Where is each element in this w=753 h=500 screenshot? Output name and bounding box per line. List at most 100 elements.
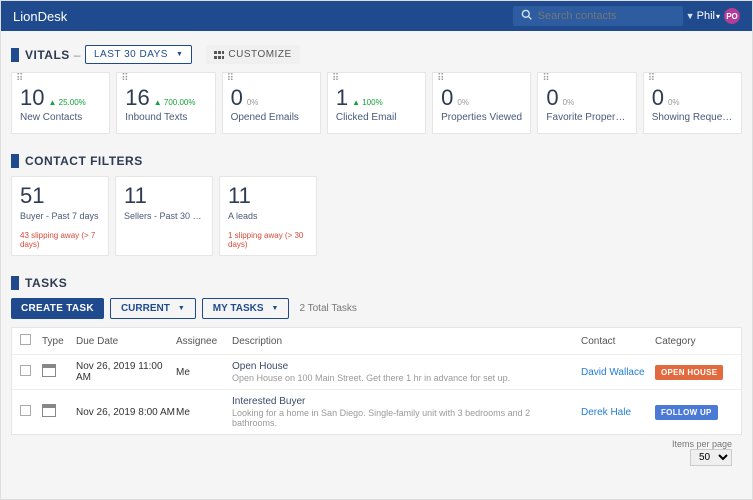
metric-label: New Contacts (20, 112, 101, 123)
caret-down-icon: ▼ (272, 305, 279, 312)
metric-delta: ▲ 25.00% (48, 98, 85, 107)
separator: – (74, 48, 81, 62)
metric-delta: 0% (668, 98, 680, 107)
category-badge: FOLLOW UP (655, 405, 718, 420)
due-date: Nov 26, 2019 11:00 AM (76, 361, 176, 383)
col-type[interactable]: Type (42, 336, 76, 347)
contact-link[interactable]: David Wallace (581, 367, 645, 378)
metric-delta: 0% (457, 98, 469, 107)
metric-value: 0 (231, 85, 243, 111)
avatar: PO (724, 8, 740, 24)
range-label: LAST 30 DAYS (94, 49, 168, 60)
col-assignee[interactable]: Assignee (176, 336, 232, 347)
vitals-card[interactable]: 0 0% Favorite Propertie… (537, 72, 636, 134)
metric-label: Showing Requests (652, 112, 733, 123)
filter-value: 11 (228, 183, 308, 209)
vitals-card[interactable]: 16 ▲ 700.00% Inbound Texts (116, 72, 215, 134)
vitals-card[interactable]: 00%Properties Viewed (432, 72, 531, 134)
caret-down-icon: ▼ (178, 305, 185, 312)
metric-value: 16 (125, 85, 149, 111)
grid-icon (214, 51, 224, 59)
tasks-table-header: Type Due Date Assignee Description Conta… (12, 328, 741, 355)
pager-size-select[interactable]: 50 (690, 449, 732, 466)
metric-label: Properties Viewed (441, 112, 522, 123)
assignee: Me (176, 407, 232, 418)
metric-value: 0 (546, 85, 558, 111)
calendar-icon (42, 364, 56, 377)
col-description[interactable]: Description (232, 336, 581, 347)
drag-handle-icon[interactable] (227, 77, 235, 85)
filter-label: A leads (228, 211, 308, 221)
metric-delta: ▲ 700.00% (154, 98, 196, 107)
my-tasks-label: MY TASKS (213, 303, 264, 314)
contact-filters-header: CONTACT FILTERS (11, 154, 742, 168)
metric-delta: 0% (563, 98, 575, 107)
search-contacts[interactable]: ▼ (513, 6, 683, 26)
metric-label: Opened Emails (231, 112, 312, 123)
contact-filter-card[interactable]: 51 Buyer - Past 7 days 43 slipping away (>… (11, 176, 109, 256)
user-menu[interactable]: Phil ▾ PO (697, 8, 740, 24)
my-tasks-dropdown[interactable]: MY TASKS ▼ (202, 298, 290, 319)
task-subtitle: Open House on 100 Main Street. Get there… (232, 373, 571, 383)
col-contact[interactable]: Contact (581, 336, 655, 347)
filter-value: 51 (20, 183, 100, 209)
section-title: TASKS (25, 276, 67, 290)
section-marker-icon (11, 48, 19, 62)
user-name: Phil (697, 10, 715, 22)
table-row[interactable]: Nov 26, 2019 11:00 AMMeOpen HouseOpen Ho… (12, 355, 741, 390)
tasks-toolbar: CREATE TASK CURRENT ▼ MY TASKS ▼ 2 Total… (11, 298, 742, 319)
tasks-total: 2 Total Tasks (299, 303, 356, 314)
drag-handle-icon[interactable] (542, 77, 550, 85)
col-due[interactable]: Due Date (76, 336, 176, 347)
drag-handle-icon[interactable] (648, 77, 656, 85)
current-tasks-dropdown[interactable]: CURRENT ▼ (110, 298, 196, 319)
category-badge: OPEN HOUSE (655, 365, 723, 380)
filter-label: Buyer - Past 7 days (20, 211, 100, 221)
contact-link[interactable]: Derek Hale (581, 407, 631, 418)
row-checkbox[interactable] (20, 405, 31, 416)
create-task-button[interactable]: CREATE TASK (11, 298, 104, 319)
section-title: VITALS (25, 48, 70, 62)
tasks-table: Type Due Date Assignee Description Conta… (11, 327, 742, 435)
vitals-range-dropdown[interactable]: LAST 30 DAYS ▼ (85, 45, 192, 64)
metric-label: Clicked Email (336, 112, 417, 123)
metric-label: Inbound Texts (125, 112, 206, 123)
filter-value: 11 (124, 183, 204, 209)
metric-delta: 0% (247, 98, 259, 107)
table-row[interactable]: Nov 26, 2019 8:00 AMMeInterested BuyerLo… (12, 390, 741, 434)
search-icon (521, 9, 532, 23)
filter-slipping: 43 slipping away (> 7 days) (20, 231, 100, 249)
caret-down-icon: ▾ (716, 12, 720, 21)
caret-down-icon: ▼ (176, 51, 183, 58)
row-checkbox[interactable] (20, 365, 31, 376)
vitals-card[interactable]: 10▲ 25.00%New Contacts (11, 72, 110, 134)
contact-filter-card[interactable]: 11A leads1 slipping away (> 30 days) (219, 176, 317, 256)
tasks-header: TASKS (11, 276, 742, 290)
top-bar: LionDesk ▼ Phil ▾ PO (1, 1, 752, 31)
due-date: Nov 26, 2019 8:00 AM (76, 407, 176, 418)
col-category[interactable]: Category (655, 336, 733, 347)
drag-handle-icon[interactable] (437, 77, 445, 85)
vitals-card[interactable]: 0 0% Opened Emails (222, 72, 321, 134)
task-subtitle: Looking for a home in San Diego. Single-… (232, 408, 571, 428)
chevron-down-icon[interactable]: ▼ (686, 11, 695, 21)
vitals-card[interactable]: 0 0% Showing Requests (643, 72, 742, 134)
pager: Items per page 50 (11, 435, 742, 466)
pager-label: Items per page (672, 439, 732, 449)
select-all-checkbox[interactable] (20, 334, 31, 345)
brand: LionDesk (13, 9, 67, 24)
calendar-icon (42, 404, 56, 417)
contact-filter-card[interactable]: 11Sellers - Past 30 d… (115, 176, 213, 256)
section-marker-icon (11, 276, 19, 290)
customize-button[interactable]: CUSTOMIZE (206, 45, 299, 64)
metric-label: Favorite Propertie… (546, 112, 627, 123)
contact-filter-cards: 51 Buyer - Past 7 days 43 slipping away (>… (11, 176, 742, 256)
current-label: CURRENT (121, 303, 170, 314)
search-input[interactable] (538, 10, 680, 22)
vitals-card[interactable]: 1▲ 100%Clicked Email (327, 72, 426, 134)
metric-value: 0 (652, 85, 664, 111)
assignee: Me (176, 367, 232, 378)
drag-handle-icon[interactable] (332, 77, 340, 85)
drag-handle-icon[interactable] (121, 77, 129, 85)
drag-handle-icon[interactable] (16, 77, 24, 85)
